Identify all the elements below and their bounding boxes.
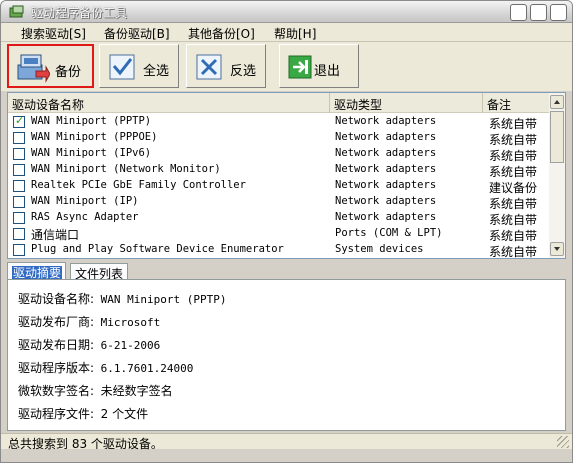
minimize-button[interactable] xyxy=(510,4,527,21)
detail-key: 微软数字签名: xyxy=(18,384,95,398)
menu-help[interactable]: 帮助[H] xyxy=(274,25,316,42)
invert-label: 反选 xyxy=(230,64,257,79)
detail-key: 驱动发布日期: xyxy=(18,338,95,352)
row-name: Realtek PCIe GbE Family Controller xyxy=(31,179,246,191)
scroll-up-button[interactable] xyxy=(550,95,564,109)
list-header: 驱动设备名称 驱动类型 备注 xyxy=(8,93,549,113)
row-type: Network adapters xyxy=(335,131,437,143)
list-rows: WAN Miniport (PPTP) Network adapters 系统自… xyxy=(8,114,549,258)
detail-value: 6.1.7601.24000 xyxy=(100,362,194,375)
detail-value: 2 个文件 xyxy=(100,407,149,421)
menu-other-backup[interactable]: 其他备份[O] xyxy=(188,25,255,42)
invert-selection-button[interactable]: 反选 xyxy=(186,44,266,88)
select-all-label: 全选 xyxy=(143,64,170,79)
driver-summary-panel: 驱动设备名称: WAN Miniport (PPTP) 驱动发布厂商: Micr… xyxy=(7,279,566,431)
row-name: WAN Miniport (PPTP) xyxy=(31,115,152,127)
table-row[interactable]: WAN Miniport (Network Monitor) Network a… xyxy=(8,162,549,179)
list-scrollbar[interactable] xyxy=(549,93,565,258)
detail-row-signature: 微软数字签名: 未经数字签名 xyxy=(18,382,173,399)
menu-search-driver[interactable]: 搜索驱动[S] xyxy=(21,25,86,42)
detail-key: 驱动发布厂商: xyxy=(18,315,95,329)
detail-row-version: 驱动程序版本: 6.1.7601.24000 xyxy=(18,359,193,376)
driver-list[interactable]: 驱动设备名称 驱动类型 备注 WAN Miniport (PPTP) Netwo… xyxy=(7,92,566,259)
exit-button[interactable]: 退出 xyxy=(279,44,359,88)
table-row[interactable]: 通信端口 Ports (COM & LPT) 系统自带 xyxy=(8,226,549,243)
column-header-name[interactable]: 驱动设备名称 xyxy=(8,93,330,113)
table-row[interactable]: Plug and Play Software Device Enumerator… xyxy=(8,242,549,258)
detail-row-files: 驱动程序文件: 2 个文件 xyxy=(18,405,148,422)
tab-driver-summary-label: 驱动摘要 xyxy=(12,266,63,280)
row-name: 通信端口 xyxy=(31,228,80,242)
table-row[interactable]: WAN Miniport (IP) Network adapters 系统自带 xyxy=(8,194,549,211)
backup-button[interactable]: 备份 xyxy=(7,44,94,88)
window-title: 驱动程序备份工具 xyxy=(31,6,128,20)
row-name: RAS Async Adapter xyxy=(31,211,139,223)
row-type: Network adapters xyxy=(335,179,437,191)
row-checkbox[interactable] xyxy=(13,228,25,240)
maximize-button[interactable] xyxy=(530,4,547,21)
status-text: 总共搜索到 83 个驱动设备。 xyxy=(8,437,163,451)
status-bar: 总共搜索到 83 个驱动设备。 xyxy=(1,433,572,451)
menu-bar: 搜索驱动[S] 备份驱动[B] 其他备份[O] 帮助[H] xyxy=(1,23,572,42)
title-bar[interactable]: 驱动程序备份工具 xyxy=(1,1,572,23)
table-row[interactable]: WAN Miniport (PPPOE) Network adapters 系统… xyxy=(8,130,549,147)
row-type: Network adapters xyxy=(335,115,437,127)
row-name: Plug and Play Software Device Enumerator xyxy=(31,243,284,255)
row-checkbox[interactable] xyxy=(13,196,25,208)
column-header-type[interactable]: 驱动类型 xyxy=(330,93,483,113)
row-checkbox[interactable] xyxy=(13,148,25,160)
row-type: Network adapters xyxy=(335,195,437,207)
row-type: System devices xyxy=(335,243,424,255)
app-icon xyxy=(9,5,24,18)
resize-grip-icon[interactable] xyxy=(557,436,569,448)
detail-key: 驱动程序文件: xyxy=(18,407,95,421)
table-row[interactable]: WAN Miniport (PPTP) Network adapters 系统自… xyxy=(8,114,549,131)
tab-file-list[interactable]: 文件列表 xyxy=(70,263,128,281)
detail-value: WAN Miniport (PPTP) xyxy=(100,293,227,306)
backup-icon xyxy=(17,54,50,83)
detail-key: 驱动设备名称: xyxy=(18,292,95,306)
row-checkbox[interactable] xyxy=(13,244,25,256)
row-checkbox[interactable] xyxy=(13,180,25,192)
row-name: WAN Miniport (Network Monitor) xyxy=(31,163,221,175)
invert-icon xyxy=(196,54,222,80)
scroll-down-button[interactable] xyxy=(550,242,564,256)
select-all-button[interactable]: 全选 xyxy=(99,44,179,88)
main-window: 驱动程序备份工具 搜索驱动[S] 备份驱动[B] 其他备份[O] 帮助[H] 备… xyxy=(0,0,573,463)
close-button[interactable] xyxy=(550,4,567,21)
row-type: Ports (COM & LPT) xyxy=(335,227,443,239)
detail-value: 6-21-2006 xyxy=(100,339,161,352)
detail-key: 驱动程序版本: xyxy=(18,361,95,375)
exit-icon xyxy=(288,55,312,79)
tab-driver-summary[interactable]: 驱动摘要 xyxy=(7,262,66,280)
row-name: WAN Miniport (IPv6) xyxy=(31,147,152,159)
detail-row-date: 驱动发布日期: 6-21-2006 xyxy=(18,336,160,353)
row-checkbox[interactable] xyxy=(13,132,25,144)
exit-label: 退出 xyxy=(314,64,341,79)
backup-label: 备份 xyxy=(55,65,82,80)
row-type: Network adapters xyxy=(335,163,437,175)
table-row[interactable]: Realtek PCIe GbE Family Controller Netwo… xyxy=(8,178,549,195)
detail-value: 未经数字签名 xyxy=(100,384,173,398)
row-name: WAN Miniport (IP) xyxy=(31,195,139,207)
detail-row-device-name: 驱动设备名称: WAN Miniport (PPTP) xyxy=(18,290,227,307)
row-type: Network adapters xyxy=(335,147,437,159)
row-note: 系统自带 xyxy=(489,245,538,259)
column-header-note[interactable]: 备注 xyxy=(483,93,549,113)
table-row[interactable]: WAN Miniport (IPv6) Network adapters 系统自… xyxy=(8,146,549,163)
table-row[interactable]: RAS Async Adapter Network adapters 系统自带 xyxy=(8,210,549,227)
row-checkbox[interactable] xyxy=(13,164,25,176)
row-checkbox[interactable] xyxy=(13,114,25,128)
row-checkbox[interactable] xyxy=(13,212,25,224)
detail-value: Microsoft xyxy=(100,316,161,329)
row-name: WAN Miniport (PPPOE) xyxy=(31,131,158,143)
row-type: Network adapters xyxy=(335,211,437,223)
select-all-icon xyxy=(109,54,135,80)
toolbar: 备份 全选 反选 退出 xyxy=(1,42,572,91)
detail-row-vendor: 驱动发布厂商: Microsoft xyxy=(18,313,160,330)
menu-backup-driver[interactable]: 备份驱动[B] xyxy=(104,25,170,42)
scroll-thumb[interactable] xyxy=(550,111,564,163)
